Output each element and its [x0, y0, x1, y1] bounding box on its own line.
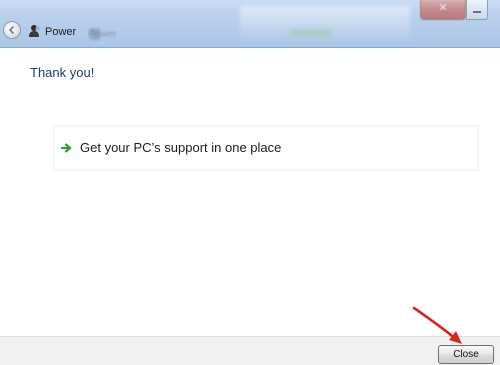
window-title: Power [45, 26, 77, 38]
background-blur-green [290, 30, 330, 36]
green-arrow-icon [61, 143, 72, 153]
main-content: Thank you! Get your PC’s support in one … [0, 48, 500, 336]
back-button[interactable] [3, 21, 21, 39]
background-window-title: Power [88, 29, 117, 40]
page-heading: Thank you! [30, 65, 95, 80]
close-icon: ✕ [438, 2, 448, 14]
minimize-icon [473, 11, 481, 13]
close-button[interactable]: Close [438, 345, 494, 364]
title-bar: Power Power ✕ [0, 0, 500, 48]
back-arrow-icon [8, 25, 15, 35]
support-link[interactable]: Get your PC’s support in one place [53, 126, 479, 170]
footer-bar: Close [0, 336, 500, 365]
power-troubleshooter-icon [29, 25, 40, 37]
support-link-label: Get your PC’s support in one place [80, 140, 282, 155]
window-close-button[interactable]: ✕ [420, 0, 466, 20]
troubleshooter-window: Power Power ✕ Thank you! Get your PC’s s… [0, 0, 500, 365]
window-minimize-button[interactable] [466, 0, 488, 20]
